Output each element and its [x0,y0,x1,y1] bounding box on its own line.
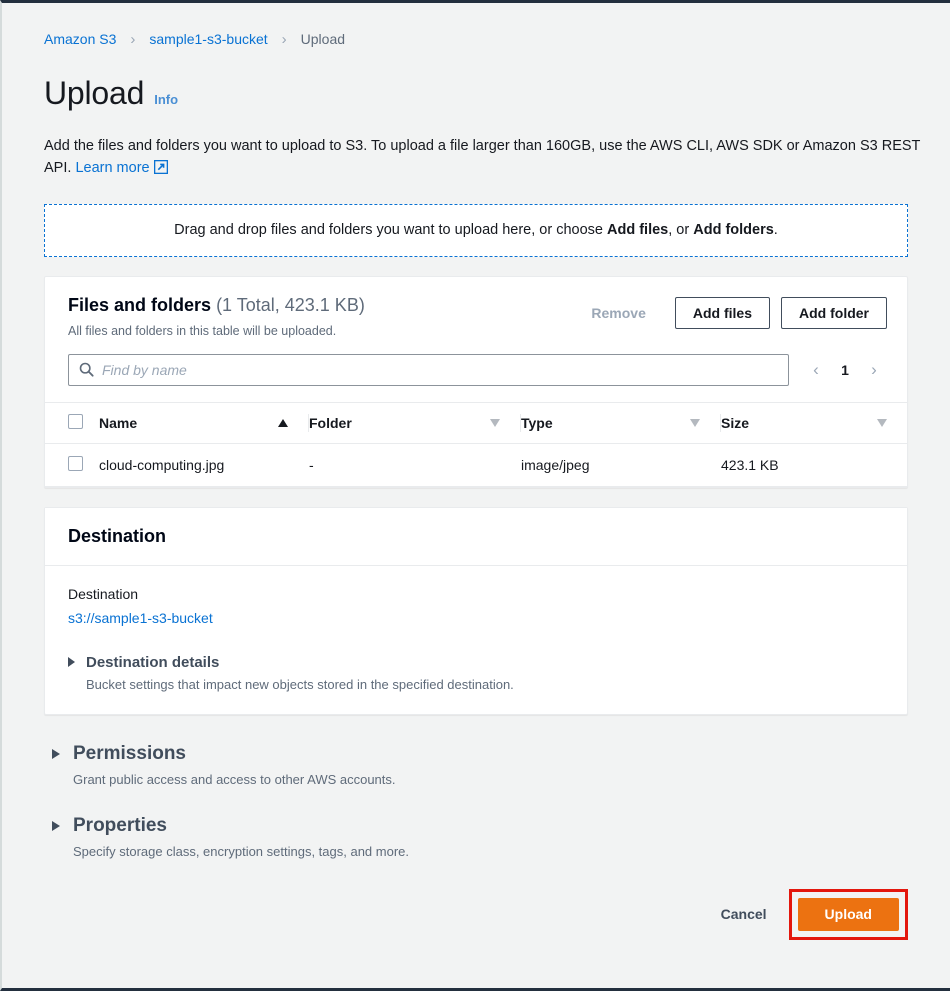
header-folder-label: Folder [309,414,352,431]
table-pagination: ‹ 1 › [803,357,887,383]
dropzone-prefix: Drag and drop files and folders you want… [174,222,608,239]
permissions-subtitle: Grant public access and access to other … [73,771,396,787]
destination-field-label: Destination [68,585,139,602]
description-text: Add the files and folders you want to up… [44,138,921,177]
chevron-right-icon [68,657,75,668]
header-folder-inner: Folder [309,413,521,432]
breadcrumb-separator-icon: › [281,30,287,48]
header-type-label: Type [521,414,553,431]
table-header-row: Name Folder Type Size [45,401,907,444]
page-description: Add the files and folders you want to up… [44,135,930,182]
files-panel-header: Files and folders (1 Total, 423.1 KB) Al… [45,277,907,338]
sort-icon[interactable] [490,418,500,427]
permissions-title: Permissions [73,742,186,764]
files-panel-actions: Remove Add files Add folder [573,295,887,329]
dropzone-text: Drag and drop files and folders you want… [174,222,778,238]
destination-panel-body: Destination s3://sample1-s3-bucket Desti… [45,566,907,714]
destination-details-subtitle: Bucket settings that impact new objects … [86,676,514,692]
files-table-body: cloud-computing.jpg - image/jpeg 423.1 K… [45,443,907,487]
page-content: Amazon S3 › sample1-s3-bucket › Upload U… [2,3,950,940]
dropzone-add-files-label: Add files [607,222,669,239]
upload-button-highlight: Upload [788,888,908,940]
dropzone-suffix: . [773,222,778,239]
breadcrumb: Amazon S3 › sample1-s3-bucket › Upload [44,29,930,49]
add-folder-button[interactable]: Add folder [781,296,887,329]
pagination-prev-icon[interactable]: ‹ [803,357,829,383]
files-panel-title: Files and folders (1 Total, 423.1 KB) [68,295,365,317]
chevron-right-icon [52,748,60,759]
permissions-toggle[interactable]: Permissions [52,743,930,765]
cancel-button[interactable]: Cancel [703,898,785,930]
destination-details-section: Destination details Bucket settings that… [68,654,884,692]
cell-folder: - [309,443,521,487]
upload-button[interactable]: Upload [797,897,899,931]
destination-uri-link[interactable]: s3://sample1-s3-bucket [68,610,213,626]
properties-subtitle: Specify storage class, encryption settin… [73,843,410,859]
file-dropzone[interactable]: Drag and drop files and folders you want… [44,203,908,257]
header-cell-type[interactable]: Type [521,401,721,444]
remove-button[interactable]: Remove [573,296,664,329]
header-cell-folder[interactable]: Folder [309,401,521,444]
destination-details-toggle[interactable]: Destination details [68,654,884,671]
destination-panel-header: Destination [45,507,907,566]
row-select-cell [45,443,99,487]
permissions-section: Permissions Grant public access and acce… [52,743,930,787]
search-input[interactable] [102,361,788,378]
files-panel-title-text: Files and folders [68,294,212,315]
sort-icon[interactable] [877,418,887,427]
breadcrumb-item-amazon-s3[interactable]: Amazon S3 [44,31,116,47]
properties-toggle[interactable]: Properties [52,815,930,837]
files-search-row: ‹ 1 › [45,338,907,402]
dropzone-middle: , or [668,222,694,239]
external-link-icon [153,159,168,181]
header-size-label: Size [721,414,750,431]
dropzone-add-folders-label: Add folders [693,222,774,239]
properties-title: Properties [73,814,167,836]
chevron-right-icon [52,820,60,831]
pagination-current-page[interactable]: 1 [833,362,857,378]
cell-type: image/jpeg [521,443,721,487]
header-cell-name[interactable]: Name [99,401,309,444]
learn-more-link[interactable]: Learn more [75,160,149,176]
page-header: Upload Info [44,75,930,112]
page-title: Upload [44,75,145,111]
upload-page: Amazon S3 › sample1-s3-bucket › Upload U… [0,0,950,991]
breadcrumb-item-bucket[interactable]: sample1-s3-bucket [149,31,267,47]
destination-details-title: Destination details [86,653,220,671]
table-row[interactable]: cloud-computing.jpg - image/jpeg 423.1 K… [45,443,907,487]
search-icon [69,362,102,377]
files-table: Name Folder Type Size cloud-computing.jp… [45,401,907,487]
header-size-inner: Size [721,414,907,432]
destination-panel: Destination Destination s3://sample1-s3-… [44,506,908,715]
files-and-folders-panel: Files and folders (1 Total, 423.1 KB) Al… [44,275,908,488]
properties-section: Properties Specify storage class, encryp… [52,815,930,859]
header-name-label: Name [99,414,138,431]
breadcrumb-separator-icon: › [130,30,136,48]
sort-ascending-icon[interactable] [278,418,288,427]
files-panel-heading-group: Files and folders (1 Total, 423.1 KB) Al… [68,295,365,338]
row-checkbox[interactable] [68,455,83,471]
files-panel-subtitle: All files and folders in this table will… [68,323,337,338]
cell-name: cloud-computing.jpg [99,443,309,487]
add-files-button[interactable]: Add files [674,296,770,329]
header-cell-size[interactable]: Size [721,401,907,444]
sort-icon[interactable] [690,418,700,427]
cell-size: 423.1 KB [721,443,907,487]
breadcrumb-item-upload: Upload [300,31,346,47]
files-table-head: Name Folder Type Size [45,401,907,444]
header-name-inner: Name [99,413,309,432]
footer-actions: Cancel Upload [44,888,908,940]
pagination-next-icon[interactable]: › [861,357,887,383]
destination-panel-title: Destination [68,525,167,546]
header-select-all-cell [45,401,99,444]
search-box[interactable] [68,353,789,386]
files-panel-count: (1 Total, 423.1 KB) [216,294,365,315]
info-link[interactable]: Info [154,92,178,107]
header-type-inner: Type [521,413,721,432]
select-all-checkbox[interactable] [68,413,83,429]
